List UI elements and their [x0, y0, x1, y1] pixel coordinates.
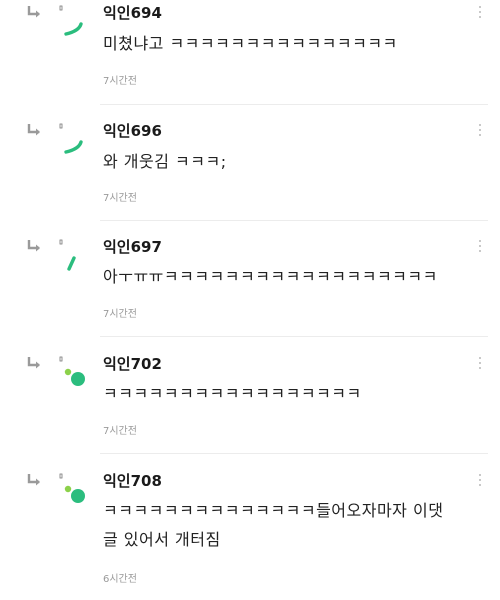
comment-time: 7시간전 [103, 76, 137, 87]
reply-arrow-icon [26, 357, 42, 371]
comment-item: 익인697 아ㅜㅠㅠㅋㅋㅋㅋㅋㅋㅋㅋㅋㅋㅋㅋㅋㅋㅋㅋㅋㅋ 7시간전 [0, 234, 500, 337]
comment-item: 익인696 와 개웃김 ㅋㅋㅋ; 7시간전 [0, 118, 500, 221]
comment-text: ㅋㅋㅋㅋㅋㅋㅋㅋㅋㅋㅋㅋㅋㅋ들어오자마자 이댓글 있어서 개터짐 [103, 501, 444, 549]
comment-time: 7시간전 [103, 193, 137, 204]
avatar-arc-icon [52, 122, 92, 162]
avatar-arc-icon [52, 4, 92, 44]
comment-nickname[interactable]: 익인696 [103, 120, 162, 141]
more-vertical-icon[interactable] [476, 124, 484, 140]
comment-nickname[interactable]: 익인697 [103, 236, 162, 257]
reply-arrow-icon [26, 124, 42, 138]
avatar-bar-icon [52, 238, 92, 278]
comment-nickname[interactable]: 익인708 [103, 470, 162, 491]
more-vertical-icon[interactable] [476, 6, 484, 22]
avatar-dots-icon [52, 472, 92, 512]
divider [100, 104, 488, 105]
comment-text: 와 개웃김 ㅋㅋㅋ; [103, 152, 227, 171]
comment-item: 익인694 미쳤냐고 ㅋㅋㅋㅋㅋㅋㅋㅋㅋㅋㅋㅋㅋㅋㅋ 7시간전 [0, 0, 500, 105]
comment-nickname[interactable]: 익인694 [103, 2, 162, 23]
reply-arrow-icon [26, 240, 42, 254]
comment-item: 익인708 ㅋㅋㅋㅋㅋㅋㅋㅋㅋㅋㅋㅋㅋㅋ들어오자마자 이댓글 있어서 개터짐 6… [0, 468, 500, 600]
comment-time: 7시간전 [103, 426, 137, 437]
comment-nickname[interactable]: 익인702 [103, 353, 162, 374]
comment-text: ㅋㅋㅋㅋㅋㅋㅋㅋㅋㅋㅋㅋㅋㅋㅋㅋㅋ [103, 384, 362, 403]
reply-arrow-icon [26, 6, 42, 20]
more-vertical-icon[interactable] [476, 240, 484, 256]
comment-text: 아ㅜㅠㅠㅋㅋㅋㅋㅋㅋㅋㅋㅋㅋㅋㅋㅋㅋㅋㅋㅋㅋ [103, 267, 438, 286]
divider [100, 220, 488, 221]
more-vertical-icon[interactable] [476, 474, 484, 490]
divider [100, 336, 488, 337]
avatar-dots-icon [52, 355, 92, 395]
comment-text: 미쳤냐고 ㅋㅋㅋㅋㅋㅋㅋㅋㅋㅋㅋㅋㅋㅋㅋ [103, 34, 398, 53]
divider [100, 453, 488, 454]
reply-arrow-icon [26, 474, 42, 488]
comment-time: 6시간전 [103, 574, 137, 585]
comment-item: 익인702 ㅋㅋㅋㅋㅋㅋㅋㅋㅋㅋㅋㅋㅋㅋㅋㅋㅋ 7시간전 [0, 351, 500, 454]
comment-time: 7시간전 [103, 309, 137, 320]
more-vertical-icon[interactable] [476, 357, 484, 373]
